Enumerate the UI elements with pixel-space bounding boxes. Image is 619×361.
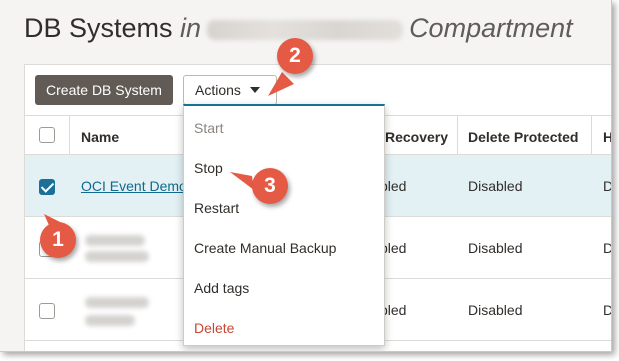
db-systems-page: DB Systems in Compartment Create DB Syste…	[0, 0, 612, 352]
callout-2-pointer	[268, 72, 294, 96]
callout-badge-2: 2	[277, 38, 313, 74]
callout-badge-3: 3	[252, 168, 288, 204]
callout-badge-1: 1	[40, 222, 76, 258]
callout-3-pointer	[230, 172, 254, 190]
